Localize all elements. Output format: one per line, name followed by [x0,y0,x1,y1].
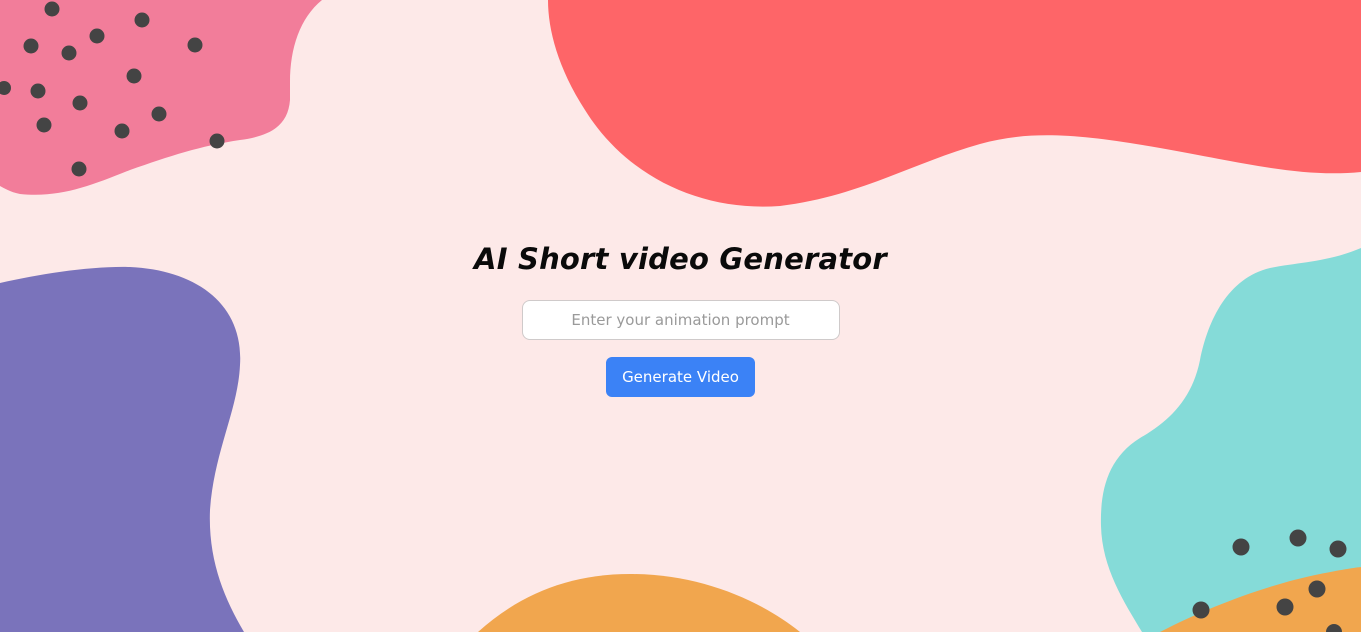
page-title: AI Short video Generator [474,242,887,276]
pink-blob [0,0,322,195]
red-blob [548,0,1361,207]
main-content: AI Short video Generator Generate Video [0,236,1361,397]
generate-video-button[interactable]: Generate Video [606,357,755,397]
orange-blob-bottom [478,574,800,632]
animation-prompt-input[interactable] [521,300,840,340]
